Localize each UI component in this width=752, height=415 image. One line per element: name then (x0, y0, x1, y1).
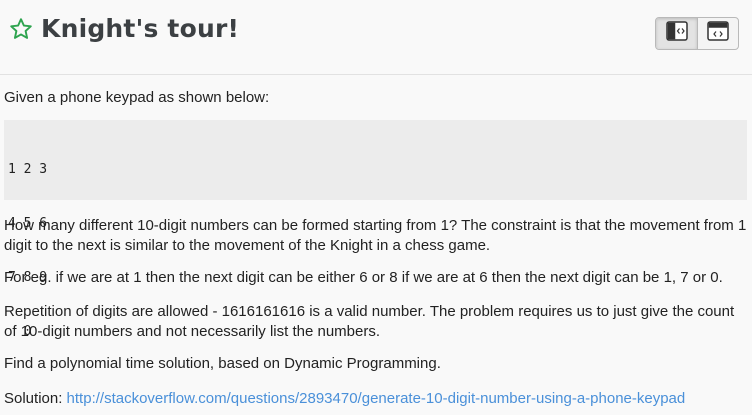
split-view-button[interactable] (656, 18, 697, 49)
keypad-code-block: 1 2 3 4 5 6 7 8 9 0 (4, 120, 747, 339)
full-view-button[interactable] (697, 18, 738, 49)
full-code-view-icon (707, 21, 729, 46)
split-code-view-icon (665, 21, 688, 46)
view-toggle-group (655, 17, 739, 50)
intro-text: Given a phone keypad as shown below: (4, 89, 270, 106)
title-area: Knight's tour! (7, 14, 239, 43)
paragraph-question: How many different 10-digit numbers can … (4, 217, 747, 254)
paragraph-repetition: Repetition of digits are allowed - 16161… (4, 303, 735, 340)
keypad-line: 1 2 3 (8, 162, 48, 177)
paragraph-dp-hint: Find a polynomial time solution, based o… (4, 355, 441, 372)
page-title: Knight's tour! (41, 14, 240, 43)
solution-label: Solution: (4, 390, 63, 407)
solution-link[interactable]: http://stackoverflow.com/questions/28934… (67, 390, 686, 407)
paragraph-example: For eg. if we are at 1 then the next dig… (4, 269, 723, 286)
star-icon[interactable] (7, 15, 34, 42)
header: Knight's tour! (0, 0, 752, 75)
solution-line: Solution: http://stackoverflow.com/quest… (4, 389, 748, 409)
